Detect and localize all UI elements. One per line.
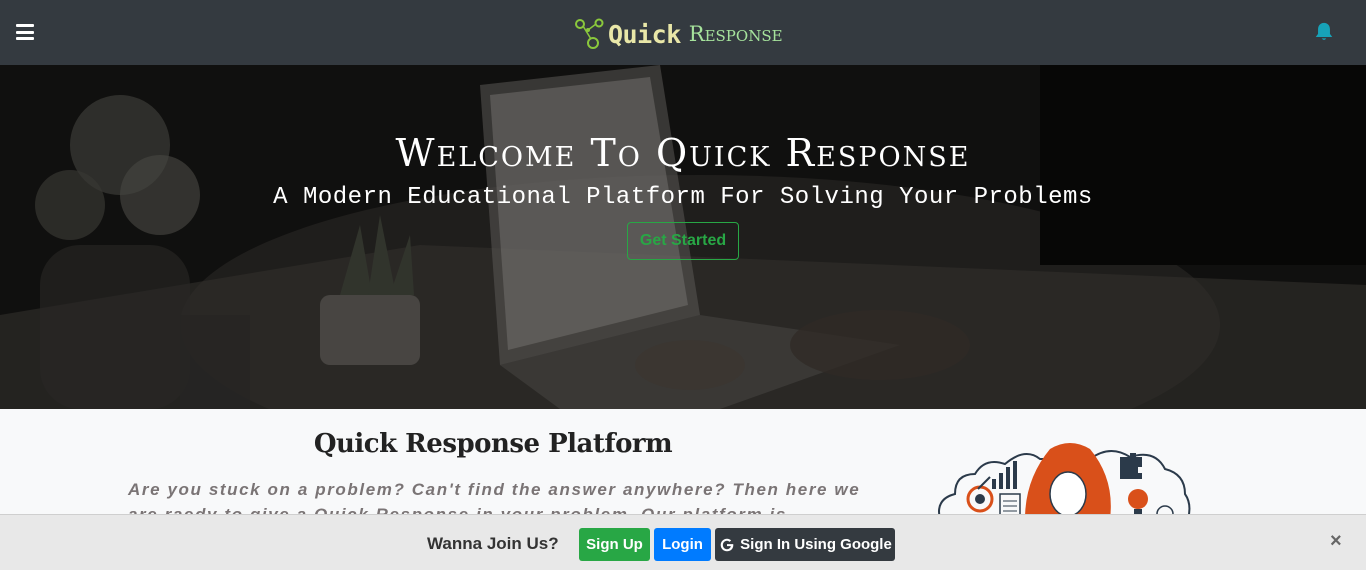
brand-name-quick: Quick — [608, 19, 681, 49]
molecule-icon — [575, 18, 604, 49]
platform-title: Quick Response Platform — [313, 429, 673, 459]
hamburger-icon[interactable] — [16, 24, 34, 40]
brand-name-response: Response — [688, 22, 783, 46]
google-icon — [720, 538, 734, 551]
hero-section: Welcome To Quick Response A Modern Educa… — [0, 65, 1366, 409]
join-bar: Wanna Join Us? Sign Up Login Sign In Usi… — [0, 514, 1366, 570]
hero-title: Welcome To Quick Response — [395, 131, 971, 175]
hero-subtitle: A Modern Educational Platform For Solvin… — [273, 184, 1093, 211]
sign-up-button[interactable]: Sign Up — [579, 528, 650, 561]
brand-logo[interactable]: Quick Response — [574, 18, 783, 50]
problem-solving-illustration — [938, 443, 1191, 519]
login-button[interactable]: Login — [654, 528, 711, 561]
close-icon[interactable]: × — [1330, 530, 1342, 553]
navbar: Quick Response — [0, 0, 1366, 65]
get-started-button[interactable]: Get Started — [627, 222, 739, 260]
bell-icon[interactable] — [1313, 21, 1335, 43]
google-sign-in-button[interactable]: Sign In Using Google — [715, 528, 895, 561]
join-prompt: Wanna Join Us? — [427, 534, 559, 553]
google-sign-in-label: Sign In Using Google — [740, 536, 892, 553]
